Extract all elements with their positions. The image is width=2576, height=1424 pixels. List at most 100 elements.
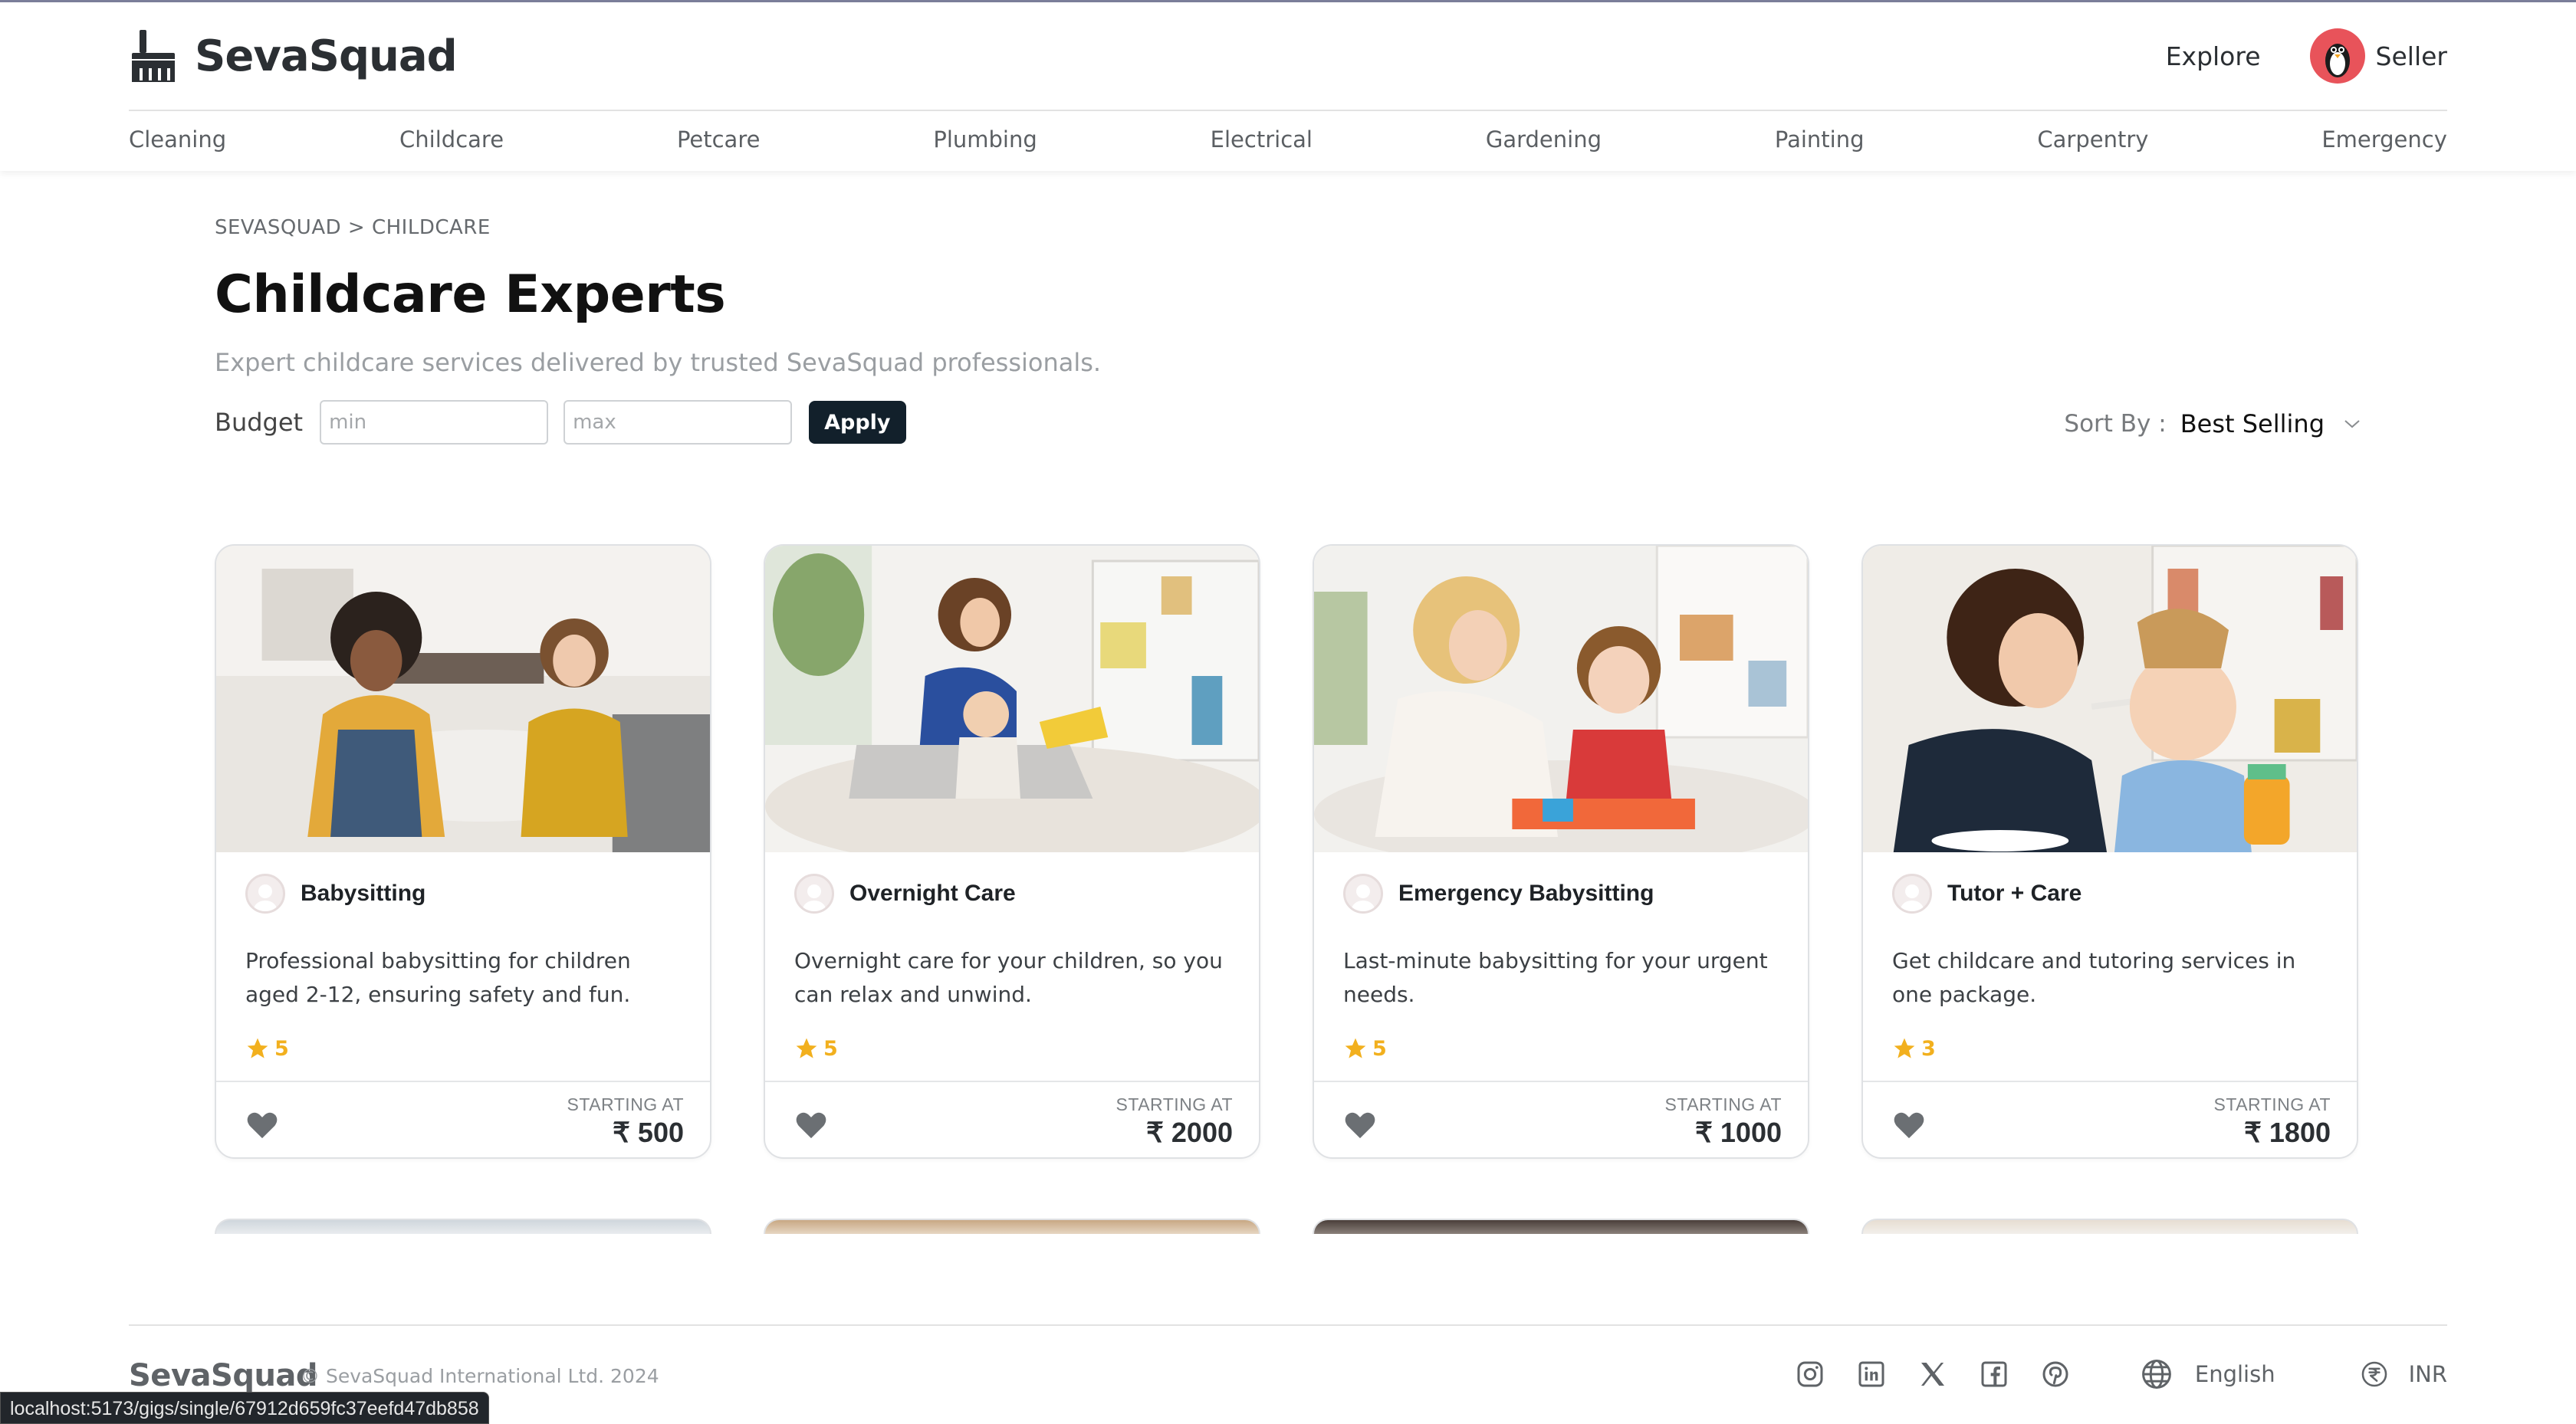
category-gardening[interactable]: Gardening (1486, 126, 1602, 153)
header-divider (129, 110, 2447, 111)
gig-seller-name[interactable]: Tutor + Care (1947, 881, 2082, 907)
gig-card[interactable]: Babysitting Professional babysitting for… (215, 544, 711, 1159)
gig-card[interactable]: Tutor + Care Get childcare and tutoring … (1861, 544, 2358, 1159)
category-emergency[interactable]: Emergency (2321, 126, 2447, 153)
gig-rating: 5 (1343, 1036, 1387, 1061)
category-cleaning[interactable]: Cleaning (129, 126, 226, 153)
penguin-avatar-icon (2325, 44, 2350, 77)
footer-brand: SevaSquad (129, 1358, 318, 1393)
gig-image[interactable] (765, 546, 1259, 852)
rating-value: 5 (823, 1036, 838, 1061)
budget-max-input[interactable] (564, 400, 793, 445)
star-icon (1345, 1038, 1366, 1058)
card-divider (216, 1081, 710, 1082)
category-painting[interactable]: Painting (1775, 126, 1865, 153)
gig-image[interactable] (1863, 546, 2357, 852)
broom-brush-icon (132, 30, 175, 82)
seller-username[interactable]: Seller (2376, 41, 2447, 71)
avatar[interactable] (2309, 28, 2365, 84)
facebook-icon[interactable] (1979, 1359, 2009, 1390)
language-selector[interactable]: English (2140, 1357, 2275, 1391)
sort-dropdown[interactable]: Sort By : Best Selling (2064, 406, 2361, 441)
gig-seller-name[interactable]: Emergency Babysitting (1398, 881, 1654, 907)
gig-description[interactable]: Overnight care for your children, so you… (794, 944, 1239, 1012)
seller-avatar-icon (245, 874, 285, 914)
star-icon (1894, 1038, 1915, 1058)
explore-link[interactable]: Explore (2166, 41, 2261, 71)
starting-at-label: STARTING AT (1116, 1094, 1233, 1114)
gig-seller-name[interactable]: Overnight Care (849, 881, 1016, 907)
seller-info: Babysitting (245, 874, 426, 914)
seller-avatar-icon (794, 874, 834, 914)
sort-label: Sort By : (2064, 410, 2167, 438)
category-bar: Cleaning Childcare Petcare Plumbing Elec… (129, 126, 2447, 153)
instagram-icon[interactable] (1795, 1359, 1825, 1390)
card-divider (1863, 1081, 2357, 1082)
gig-price: ₹ 1800 (2244, 1117, 2331, 1148)
header-nav: Explore Seller (2166, 25, 2447, 87)
gig-rating: 5 (245, 1036, 289, 1061)
pinterest-icon[interactable] (2040, 1359, 2071, 1390)
brand-logo[interactable]: SevaSquad (129, 25, 458, 87)
gig-card-partial[interactable] (215, 1219, 711, 1234)
browser-status-url: localhost:5173/gigs/single/67912d659fc37… (0, 1392, 489, 1424)
site-header: SevaSquad Explore Seller Cleaning Childc… (0, 2, 2576, 171)
linkedin-icon[interactable] (1856, 1359, 1887, 1390)
babysitting-photo (216, 546, 710, 852)
rating-value: 3 (1921, 1036, 1936, 1061)
gig-price: ₹ 500 (613, 1117, 684, 1148)
next-row-cards (215, 1219, 2361, 1234)
gig-description[interactable]: Professional babysitting for children ag… (245, 944, 690, 1012)
category-plumbing[interactable]: Plumbing (933, 126, 1037, 153)
gig-grid: Babysitting Professional babysitting for… (215, 544, 2361, 1159)
gig-description[interactable]: Last-minute babysitting for your urgent … (1343, 944, 1788, 1012)
sort-value[interactable]: Best Selling (2180, 409, 2325, 438)
currency-label: INR (2408, 1361, 2447, 1387)
apply-button[interactable]: Apply (809, 401, 906, 444)
gig-image[interactable] (216, 546, 710, 852)
card-divider (765, 1081, 1259, 1082)
star-icon (796, 1038, 817, 1058)
gig-card[interactable]: Emergency Babysitting Last-minute babysi… (1313, 544, 1809, 1159)
price-box: STARTING AT ₹ 1000 (1665, 1094, 1782, 1149)
gig-description[interactable]: Get childcare and tutoring services in o… (1892, 944, 2337, 1012)
starting-at-label: STARTING AT (1664, 1094, 1782, 1114)
price-box: STARTING AT ₹ 500 (567, 1094, 684, 1149)
gig-seller-name[interactable]: Babysitting (301, 881, 426, 907)
gig-card-partial[interactable] (1313, 1219, 1809, 1234)
tutor-care-photo (1863, 546, 2357, 852)
gig-image[interactable] (1314, 546, 1808, 852)
card-divider (1314, 1081, 1808, 1082)
budget-min-input[interactable] (320, 400, 549, 445)
rating-value: 5 (1372, 1036, 1387, 1061)
footer-links: English INR (1764, 1353, 2447, 1395)
overnight-care-photo (765, 546, 1259, 852)
seller-avatar-icon (1892, 874, 1932, 914)
heart-icon[interactable] (1892, 1109, 1926, 1140)
language-label: English (2194, 1361, 2275, 1387)
chevron-down-icon[interactable] (2343, 415, 2361, 433)
budget-label: Budget (215, 408, 304, 437)
page-title: Childcare Experts (215, 264, 726, 325)
gig-card-partial[interactable] (1861, 1219, 2358, 1234)
starting-at-label: STARTING AT (567, 1094, 684, 1114)
category-petcare[interactable]: Petcare (677, 126, 761, 153)
budget-filter: Budget Apply (215, 400, 906, 445)
gig-card-partial[interactable] (764, 1219, 1260, 1234)
heart-icon[interactable] (245, 1109, 279, 1140)
starting-at-label: STARTING AT (2213, 1094, 2331, 1114)
gig-card[interactable]: Overnight Care Overnight care for your c… (764, 544, 1260, 1159)
rating-value: 5 (274, 1036, 289, 1061)
x-icon[interactable] (1917, 1359, 1948, 1390)
currency-selector[interactable]: INR (2360, 1360, 2447, 1389)
category-carpentry[interactable]: Carpentry (2037, 126, 2148, 153)
price-box: STARTING AT ₹ 2000 (1116, 1094, 1233, 1149)
seller-info: Emergency Babysitting (1343, 874, 1654, 914)
heart-icon[interactable] (794, 1109, 828, 1140)
seller-info: Overnight Care (794, 874, 1016, 914)
category-childcare[interactable]: Childcare (399, 126, 504, 153)
star-icon (247, 1038, 268, 1058)
category-electrical[interactable]: Electrical (1211, 126, 1313, 153)
gig-rating: 3 (1892, 1036, 1936, 1061)
heart-icon[interactable] (1343, 1109, 1377, 1140)
